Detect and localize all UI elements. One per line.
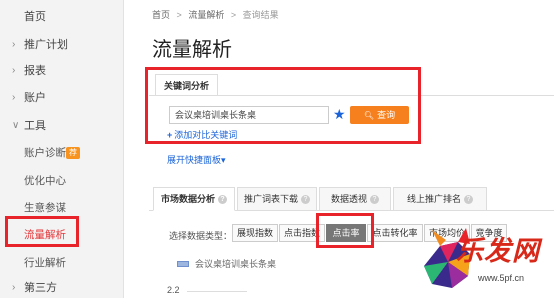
tab-label: 线上推广排名 [406, 194, 461, 204]
metric-ctr[interactable]: 点击率 [326, 224, 366, 242]
sidebar-item-label: 优化中心 [24, 175, 66, 187]
chevron-right-icon: › [12, 282, 16, 293]
sidebar-item-label: 工具 [24, 120, 46, 132]
expand-shortcut-panel-link[interactable]: 展开快捷面板▾ [167, 153, 226, 166]
plus-icon: + [167, 130, 173, 140]
sidebar-item-third-party[interactable]: › 第三方 [0, 275, 124, 298]
help-icon[interactable]: ? [370, 195, 379, 204]
sidebar-item-label: 行业解析 [24, 257, 66, 269]
page-title: 流量解析 [152, 39, 232, 61]
sidebar: 首页 › 推广计划 › 报表 › 账户 ∨ 工具 账户诊断 荐 优化中心 生意参… [0, 0, 124, 298]
sidebar-item-label: 生意参谋 [24, 202, 66, 214]
sidebar-item-home[interactable]: 首页 [0, 4, 124, 30]
tab-label: 市场数据分析 [160, 194, 215, 204]
watermark-url: www.5pf.cn [478, 273, 525, 283]
recommend-badge: 荐 [66, 147, 80, 159]
query-button[interactable]: 🔍︎ 查询 [350, 106, 409, 124]
tab-data-pivot[interactable]: 数据透视? [319, 187, 391, 211]
chevron-right-icon: › [12, 92, 16, 103]
sidebar-item-optimization[interactable]: 优化中心 [0, 168, 124, 194]
help-icon[interactable]: ? [464, 195, 473, 204]
sidebar-item-account[interactable]: › 账户 [0, 85, 124, 111]
tab-market-data[interactable]: 市场数据分析? [153, 187, 235, 211]
tab-keyword-download[interactable]: 推广词表下载? [237, 187, 317, 211]
legend-swatch [177, 261, 189, 267]
tab-label: 推广词表下载 [243, 194, 298, 204]
gridline [187, 291, 247, 292]
metric-click-index[interactable]: 点击指数 [279, 224, 325, 242]
breadcrumb-separator: > [176, 10, 182, 20]
breadcrumb-current: 查询结果 [242, 10, 279, 20]
sidebar-item-industry-analysis[interactable]: 行业解析 [0, 250, 124, 276]
sidebar-item-label: 首页 [24, 11, 46, 23]
sidebar-item-label: 账户诊断 [24, 147, 66, 159]
help-icon[interactable]: ? [218, 195, 227, 204]
breadcrumb-home[interactable]: 首页 [152, 10, 170, 20]
breadcrumb-section[interactable]: 流量解析 [188, 10, 224, 20]
query-button-label: 查询 [377, 110, 396, 120]
sidebar-item-label: 第三方 [24, 282, 57, 294]
sidebar-item-tools[interactable]: ∨ 工具 [0, 113, 124, 139]
add-compare-keyword-link[interactable]: + 添加对比关键词 [167, 128, 237, 141]
data-type-label: 选择数据类型： [169, 231, 233, 241]
sidebar-item-business-advisor[interactable]: 生意参谋 [0, 195, 124, 221]
breadcrumb: 首页 > 流量解析 > 查询结果 [152, 8, 283, 21]
add-compare-keyword-label: 添加对比关键词 [174, 130, 238, 140]
y-tick-label: 2.2 [167, 285, 180, 295]
data-tabs: 市场数据分析? 推广词表下载? 数据透视? 线上推广排名? [149, 187, 554, 211]
keyword-input[interactable]: 会议桌培训桌长条桌 [169, 106, 329, 124]
sidebar-item-label: 流量解析 [24, 229, 66, 241]
sidebar-item-label: 账户 [24, 92, 46, 104]
legend-label: 会议桌培训桌长条桌 [195, 259, 277, 269]
tab-online-ranking[interactable]: 线上推广排名? [393, 187, 487, 211]
watermark-text: 乐发网 [456, 236, 540, 267]
metric-impression-index[interactable]: 展现指数 [232, 224, 278, 242]
tab-keyword-analysis[interactable]: 关键词分析 [155, 74, 219, 96]
sidebar-item-label: 推广计划 [24, 39, 68, 51]
help-icon[interactable]: ? [301, 195, 310, 204]
sidebar-item-traffic-analysis[interactable]: 流量解析 [0, 222, 124, 248]
search-icon: 🔍︎ [363, 111, 375, 120]
metric-conversion-rate[interactable]: 点击转化率 [367, 224, 423, 242]
chevron-down-icon: ∨ [12, 120, 20, 131]
sidebar-item-account-diagnosis[interactable]: 账户诊断 荐 [0, 140, 124, 166]
breadcrumb-separator: > [230, 10, 237, 20]
star-icon[interactable]: ★ [333, 105, 346, 123]
sidebar-item-reports[interactable]: › 报表 [0, 58, 124, 84]
tab-label: 数据透视 [330, 194, 367, 204]
sidebar-item-label: 报表 [24, 65, 46, 77]
chevron-right-icon: › [12, 39, 16, 50]
chevron-right-icon: › [12, 65, 16, 76]
sidebar-item-campaigns[interactable]: › 推广计划 [0, 32, 124, 58]
